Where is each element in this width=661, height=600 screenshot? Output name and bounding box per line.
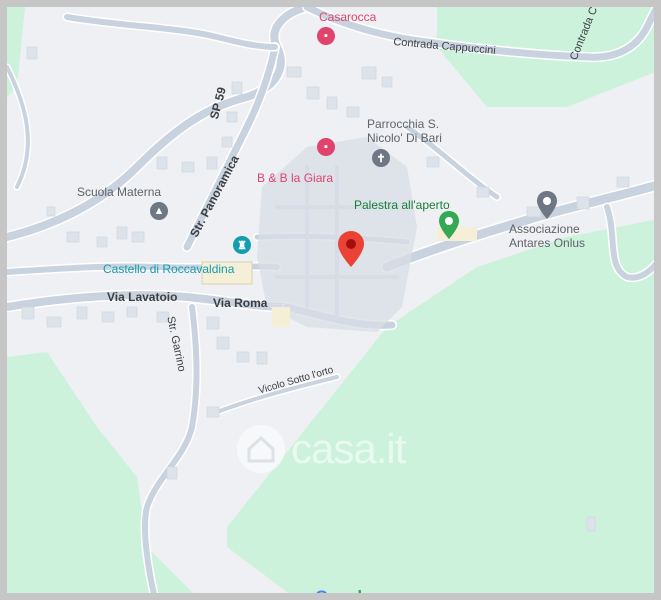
map-frame: Casarocca ▪ Contrada Cappuccini Contrada… xyxy=(0,0,661,600)
google-letter: g xyxy=(347,587,358,600)
church-icon[interactable]: ✝ xyxy=(372,149,390,167)
casa-it-watermark: casa.it xyxy=(237,425,406,473)
via-lavatoio-label: Via Lavatoio xyxy=(107,290,178,304)
parrocchia-label-line2[interactable]: Nicolo' Di Bari xyxy=(367,131,442,145)
google-letter: e xyxy=(361,587,371,600)
palestra-label[interactable]: Palestra all'aperto xyxy=(354,198,450,212)
associazione-label-line1[interactable]: Associazione xyxy=(509,222,580,236)
map-canvas[interactable] xyxy=(7,7,661,600)
bb-la-giara-label[interactable]: B & B la Giara xyxy=(257,171,333,185)
parrocchia-label-line1[interactable]: Parrocchia S. xyxy=(367,117,439,131)
place-pin-icon[interactable] xyxy=(537,191,557,219)
hotel-icon[interactable]: ▪ xyxy=(317,27,335,45)
hotel-icon-bb[interactable]: ▪ xyxy=(317,138,335,156)
google-attribution: Google xyxy=(315,587,371,600)
associazione-label-line2[interactable]: Antares Onlus xyxy=(509,236,585,250)
town-center xyxy=(257,137,417,332)
casa-it-text: casa.it xyxy=(291,425,406,472)
via-roma-label: Via Roma xyxy=(213,296,268,310)
casa-logo-icon xyxy=(237,425,285,473)
park-pin-icon[interactable] xyxy=(439,211,459,239)
school-icon[interactable]: ▲ xyxy=(150,202,168,220)
castello-label[interactable]: Castello di Roccavaldina xyxy=(103,262,234,276)
google-letter: G xyxy=(315,587,328,600)
casarocca-label[interactable]: Casarocca xyxy=(319,10,376,24)
scuola-materna-label[interactable]: Scuola Materna xyxy=(77,185,161,199)
castle-icon[interactable]: ♜ xyxy=(233,236,251,254)
location-pin-icon[interactable] xyxy=(338,231,364,267)
google-letter: o xyxy=(327,587,338,600)
google-letter: o xyxy=(337,587,348,600)
